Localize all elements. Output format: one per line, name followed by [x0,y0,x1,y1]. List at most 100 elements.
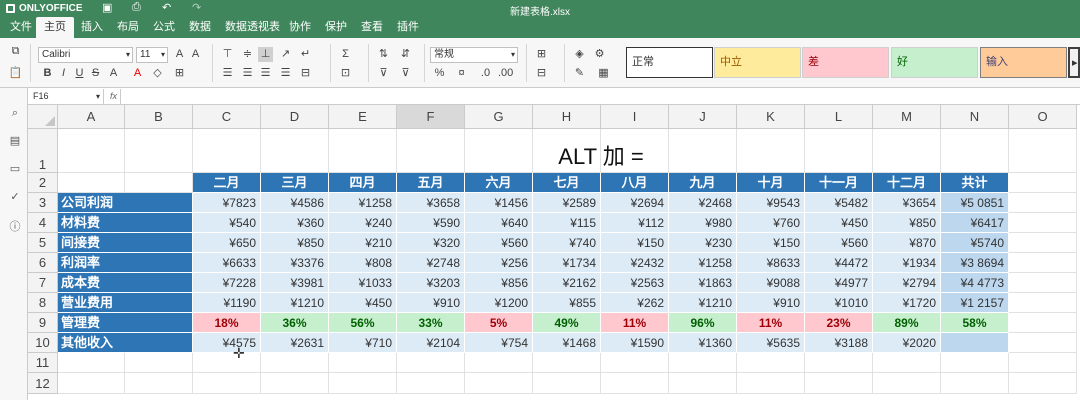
data-cell[interactable]: ¥1258 [329,193,397,213]
data-cell[interactable]: ¥3188 [805,333,873,353]
subscript-icon[interactable]: A [106,66,121,81]
grid-cell[interactable] [941,353,1009,373]
data-cell[interactable]: ¥7823 [193,193,261,213]
spellcheck-icon[interactable]: ✓ [8,190,22,204]
row-label[interactable]: 管理费 [58,313,193,333]
merge-icon[interactable]: ⊟ [298,66,313,81]
menu-data[interactable]: 数据 [181,17,219,38]
data-cell[interactable]: 11% [601,313,669,333]
autosum-icon[interactable]: Σ [338,47,353,62]
row-label[interactable]: 营业费用 [58,293,193,313]
font-size-select[interactable]: 11 ▾ [136,47,168,63]
total-cell[interactable]: ¥3 8694 [941,253,1009,273]
data-cell[interactable]: ¥360 [261,213,329,233]
grid-cell[interactable] [465,373,533,394]
align-left-icon[interactable]: ☰ [220,66,235,81]
month-header[interactable]: 八月 [601,173,669,193]
month-header[interactable]: 共计 [941,173,1009,193]
row-header[interactable]: 9 [28,313,58,333]
insert-cells-icon[interactable]: ⊞ [534,47,549,62]
underline-icon[interactable]: U [72,66,87,81]
grid-cell[interactable] [1009,293,1077,313]
column-header[interactable]: D [261,105,329,129]
data-cell[interactable]: ¥870 [873,233,941,253]
grid-cell[interactable] [533,353,601,373]
row-header[interactable]: 6 [28,253,58,273]
column-header[interactable]: M [873,105,941,129]
text-orientation-icon[interactable]: ↗ [278,47,293,62]
comment-icon[interactable]: ▤ [8,134,22,148]
borders-icon[interactable]: ⊞ [172,66,187,81]
grid-cell[interactable] [58,129,125,173]
data-cell[interactable]: ¥1934 [873,253,941,273]
data-cell[interactable]: 36% [261,313,329,333]
data-cell[interactable]: ¥230 [669,233,737,253]
data-cell[interactable]: ¥150 [601,233,669,253]
data-cell[interactable]: ¥760 [737,213,805,233]
grid-cell[interactable] [193,353,261,373]
data-cell[interactable]: ¥7228 [193,273,261,293]
menu-plugins[interactable]: 插件 [389,17,427,38]
data-cell[interactable]: ¥9088 [737,273,805,293]
grid-cell[interactable] [873,373,941,394]
data-cell[interactable]: ¥808 [329,253,397,273]
data-cell[interactable]: ¥256 [465,253,533,273]
data-cell[interactable]: 49% [533,313,601,333]
data-cell[interactable]: ¥450 [805,213,873,233]
data-cell[interactable]: ¥850 [873,213,941,233]
menu-collab[interactable]: 协作 [281,17,319,38]
grid-cell[interactable] [1009,173,1077,193]
data-cell[interactable]: ¥3376 [261,253,329,273]
data-cell[interactable]: ¥2563 [601,273,669,293]
data-cell[interactable]: ¥640 [465,213,533,233]
data-cell[interactable]: ¥856 [465,273,533,293]
grid-cell[interactable] [465,353,533,373]
grid-cell[interactable] [601,353,669,373]
data-cell[interactable]: ¥740 [533,233,601,253]
row-header[interactable]: 8 [28,293,58,313]
month-header[interactable]: 四月 [329,173,397,193]
total-cell[interactable]: ¥1 2157 [941,293,1009,313]
align-bottom-icon[interactable]: ⊥ [258,47,273,62]
data-cell[interactable]: ¥1190 [193,293,261,313]
data-cell[interactable]: ¥650 [193,233,261,253]
copy-style-icon[interactable]: ✎ [572,66,587,81]
total-cell[interactable]: 58% [941,313,1009,333]
data-cell[interactable]: ¥2631 [261,333,329,353]
font-name-select[interactable]: Calibri ▾ [38,47,133,63]
style-more[interactable]: ▸ [1068,47,1080,78]
fx-icon[interactable]: fx [107,89,121,104]
month-header[interactable]: 三月 [261,173,329,193]
style-bad[interactable]: 差 [802,47,889,78]
month-header[interactable]: 七月 [533,173,601,193]
data-cell[interactable]: ¥1456 [465,193,533,213]
month-header[interactable]: 十月 [737,173,805,193]
data-cell[interactable]: ¥980 [669,213,737,233]
row-header[interactable]: 2 [28,173,58,193]
data-cell[interactable]: ¥1200 [465,293,533,313]
align-center-icon[interactable]: ☰ [240,66,255,81]
data-cell[interactable]: ¥710 [329,333,397,353]
data-cell[interactable]: 5% [465,313,533,333]
data-cell[interactable]: ¥2020 [873,333,941,353]
data-cell[interactable]: ¥5482 [805,193,873,213]
data-cell[interactable]: 56% [329,313,397,333]
total-cell[interactable] [941,333,1009,353]
data-cell[interactable]: ¥2432 [601,253,669,273]
data-cell[interactable]: ¥4472 [805,253,873,273]
grid-cell[interactable] [1009,353,1077,373]
menu-insert[interactable]: 插入 [73,17,111,38]
data-cell[interactable]: ¥754 [465,333,533,353]
data-cell[interactable]: ¥2162 [533,273,601,293]
row-label[interactable]: 材料费 [58,213,193,233]
column-header[interactable]: A [58,105,125,129]
sort-desc-icon[interactable]: ⇵ [398,47,413,62]
grid-cell[interactable] [1009,313,1077,333]
menu-file[interactable]: 文件 [2,17,40,38]
grid-cell[interactable] [669,353,737,373]
data-cell[interactable]: ¥1258 [669,253,737,273]
data-cell[interactable]: ¥9543 [737,193,805,213]
sheet-title[interactable]: ALT 加 = [193,129,1009,173]
row-header[interactable]: 12 [28,373,58,394]
row-label[interactable]: 公司利润 [58,193,193,213]
